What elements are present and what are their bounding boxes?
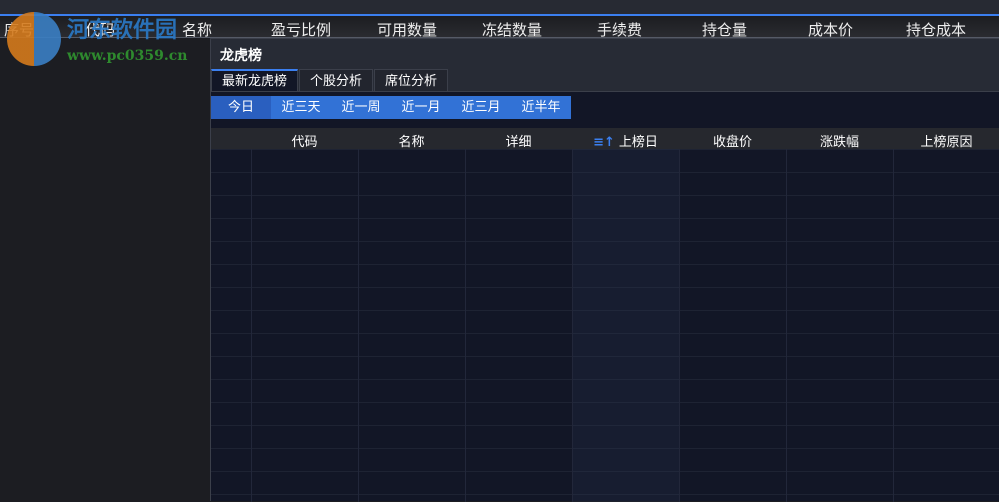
column-divider xyxy=(786,149,787,502)
column-header[interactable]: 名称 xyxy=(182,19,212,40)
column-divider xyxy=(893,149,894,502)
column-header[interactable]: 持仓量 xyxy=(702,19,747,40)
column-header[interactable]: 盈亏比例 xyxy=(271,19,331,40)
range-half-year[interactable]: 近半年 xyxy=(511,96,571,119)
tab-stock-analysis[interactable]: 个股分析 xyxy=(299,69,374,92)
column-header-code[interactable]: 代码 xyxy=(251,131,358,150)
column-header-list-date[interactable]: ≡↑ 上榜日 xyxy=(572,131,679,150)
sorted-column-highlight xyxy=(572,149,679,502)
column-label: 上榜日 xyxy=(618,135,658,150)
dragon-tiger-panel: 龙虎榜 最新龙虎榜 个股分析 席位分析 今日 近三天 近一周 近一月 近三月 近… xyxy=(210,38,999,502)
column-header-change[interactable]: 涨跌幅 xyxy=(786,131,893,150)
panel-header: 龙虎榜 最新龙虎榜 个股分析 席位分析 xyxy=(211,39,999,92)
column-divider xyxy=(358,149,359,502)
top-bar xyxy=(0,0,999,14)
tab-seat-analysis[interactable]: 席位分析 xyxy=(374,69,449,92)
range-today[interactable]: 今日 xyxy=(211,96,271,119)
tab-latest[interactable]: 最新龙虎榜 xyxy=(211,69,299,92)
positions-table-header: 序号 代码 名称 盈亏比例 可用数量 冻结数量 手续费 持仓量 成本价 持仓成本 xyxy=(0,16,999,40)
column-divider xyxy=(572,149,573,502)
column-header[interactable]: 序号 xyxy=(4,19,34,40)
watermark-url: www.pc0359.cn xyxy=(67,48,188,64)
column-header[interactable]: 手续费 xyxy=(597,19,642,40)
column-header-detail[interactable]: 详细 xyxy=(465,131,572,150)
column-divider xyxy=(251,149,252,502)
column-header[interactable]: 成本价 xyxy=(808,19,853,40)
column-header[interactable]: 代码 xyxy=(85,19,115,40)
column-header-reason[interactable]: 上榜原因 xyxy=(893,131,999,150)
date-range-selector: 今日 近三天 近一周 近一月 近三月 近半年 xyxy=(211,96,571,119)
column-header-name[interactable]: 名称 xyxy=(358,131,465,150)
column-header[interactable]: 持仓成本 xyxy=(906,19,966,40)
column-divider xyxy=(679,149,680,502)
column-header-close[interactable]: 收盘价 xyxy=(679,131,786,150)
column-header[interactable]: 冻结数量 xyxy=(482,19,542,40)
range-3-months[interactable]: 近三月 xyxy=(451,96,511,119)
range-3-days[interactable]: 近三天 xyxy=(271,96,331,119)
sort-icon: ≡↑ xyxy=(593,135,615,150)
panel-tabs: 最新龙虎榜 个股分析 席位分析 xyxy=(211,69,449,92)
panel-title: 龙虎榜 xyxy=(220,48,262,64)
column-header[interactable]: 可用数量 xyxy=(377,19,437,40)
range-1-week[interactable]: 近一周 xyxy=(331,96,391,119)
table-header: 代码 名称 详细 ≡↑ 上榜日 收盘价 涨跌幅 上榜原因 xyxy=(211,128,999,150)
range-1-month[interactable]: 近一月 xyxy=(391,96,451,119)
column-divider xyxy=(465,149,466,502)
